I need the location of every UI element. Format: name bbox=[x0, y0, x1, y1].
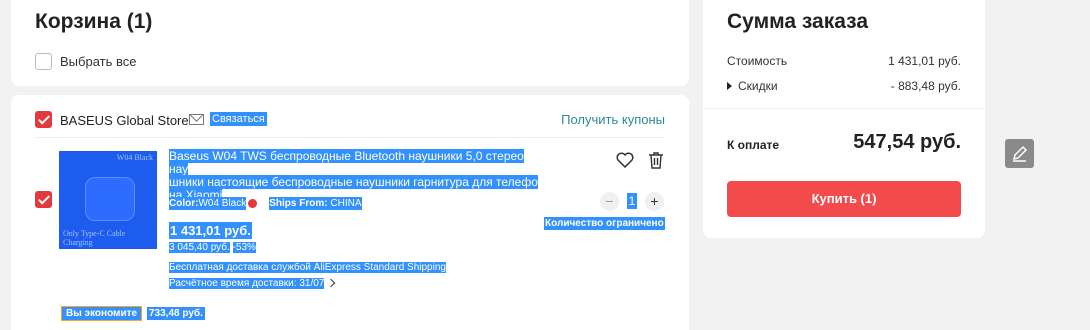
product-title-line: шники настоящие беспроводные наушники га… bbox=[169, 175, 538, 189]
color-swatch bbox=[248, 198, 258, 208]
free-shipping-label: Бесплатная доставка bbox=[169, 262, 269, 273]
image-tag-charging: Only Type-C Cable Charging bbox=[63, 229, 126, 247]
page-title: Корзина (1) bbox=[35, 10, 153, 33]
total-label: К оплате bbox=[727, 138, 780, 152]
quantity-input[interactable]: 1 bbox=[627, 193, 637, 209]
current-price: 1 431,01 руб. bbox=[169, 222, 252, 239]
quantity-decrease-button[interactable]: − bbox=[600, 192, 619, 211]
discounts-value: - 883,48 руб. bbox=[890, 79, 961, 93]
product-title-link[interactable]: Baseus W04 TWS беспроводные Bluetooth на… bbox=[169, 149, 545, 202]
discounts-label: Скидки bbox=[738, 79, 778, 93]
pencil-icon bbox=[1012, 145, 1028, 162]
shipping-service: службой AliExpress Standard Shipping bbox=[271, 262, 446, 273]
variant-row[interactable]: Color:W04 Black Ships From: CHINA bbox=[169, 197, 362, 210]
savings-label: Вы экономите bbox=[61, 306, 143, 321]
divider bbox=[35, 137, 665, 138]
savings-amount: 733,48 руб. bbox=[147, 307, 205, 320]
caret-right-icon bbox=[727, 82, 732, 90]
cost-label: Стоимость bbox=[727, 54, 788, 68]
delivery-eta: Расчётное время доставки: 31/07 bbox=[169, 278, 325, 289]
shipping-row: Бесплатная доставка службой AliExpress S… bbox=[169, 262, 446, 273]
contact-seller-link[interactable]: Связаться bbox=[210, 112, 267, 126]
delivery-eta-link[interactable]: Расчётное время доставки: 31/07 bbox=[169, 278, 336, 289]
favorite-icon[interactable] bbox=[616, 152, 634, 168]
ships-from-label: Ships From: bbox=[269, 197, 328, 210]
quantity-increase-button[interactable]: + bbox=[645, 192, 664, 211]
old-price: 3 045,40 руб. bbox=[169, 242, 230, 253]
cost-value: 1 431,01 руб. bbox=[888, 54, 961, 68]
image-tag-variant: W04 Black bbox=[116, 153, 153, 162]
order-summary-card: Сумма заказа Стоимость 1 431,01 руб. Ски… bbox=[703, 0, 985, 238]
total-value: 547,54 руб. bbox=[853, 131, 961, 153]
summary-title: Сумма заказа bbox=[727, 10, 869, 33]
product-title-line: Baseus W04 TWS беспроводные Bluetooth на… bbox=[169, 149, 524, 176]
chevron-right-icon bbox=[327, 278, 336, 288]
color-label: Color: bbox=[169, 197, 199, 210]
store-name-link[interactable]: BASEUS Global Store bbox=[60, 113, 189, 128]
item-checkbox[interactable] bbox=[35, 191, 52, 208]
trash-icon[interactable] bbox=[648, 152, 664, 169]
color-value: W04 Black bbox=[198, 197, 247, 210]
old-price-row: 3 045,40 руб. -53% bbox=[169, 242, 256, 253]
quantity-limit-note: Количество ограничено bbox=[544, 217, 665, 230]
cart-header-card: Корзина (1) Выбрать все bbox=[11, 0, 689, 86]
get-coupons-link[interactable]: Получить купоны bbox=[561, 112, 665, 127]
discount-percent: -53% bbox=[232, 242, 256, 253]
mail-icon[interactable] bbox=[189, 114, 204, 125]
cost-row: Стоимость 1 431,01 руб. bbox=[727, 54, 961, 68]
earbuds-case-graphic bbox=[85, 177, 135, 221]
discounts-row[interactable]: Скидки - 883,48 руб. bbox=[727, 79, 961, 93]
select-all-checkbox[interactable] bbox=[35, 53, 52, 70]
store-checkbox[interactable] bbox=[35, 111, 52, 128]
ships-from-value: CHINA bbox=[330, 197, 362, 210]
store-card: BASEUS Global Store Связаться Получить к… bbox=[11, 95, 689, 330]
select-all-label[interactable]: Выбрать все bbox=[60, 54, 136, 69]
edit-icon[interactable] bbox=[1005, 139, 1034, 168]
product-image[interactable]: W04 Black Only Type-C Cable Charging bbox=[59, 151, 157, 249]
divider bbox=[703, 108, 985, 109]
buy-button[interactable]: Купить (1) bbox=[727, 181, 961, 217]
